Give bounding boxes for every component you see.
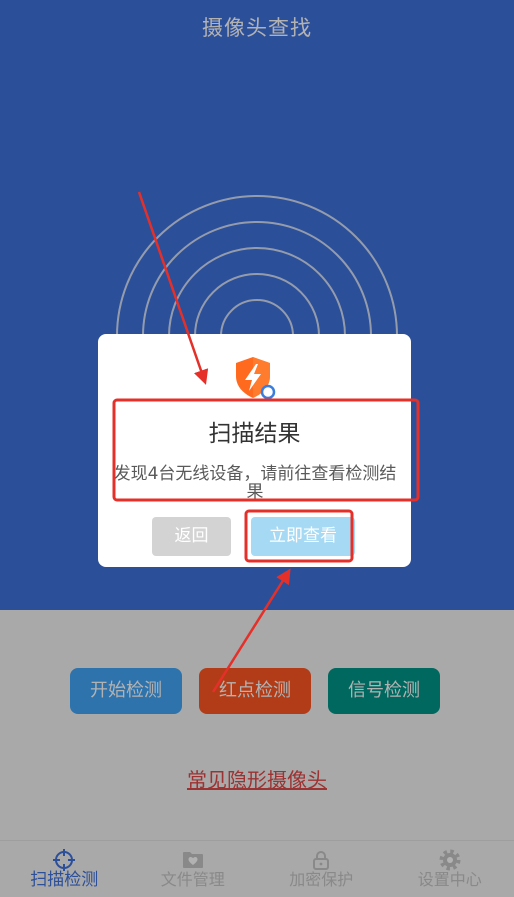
view-now-button[interactable]: 立即查看 (251, 517, 355, 556)
shield-lightning-icon (236, 357, 276, 400)
scan-result-dialog: 扫描结果 发现4台无线设备，请前往查看检测结果 返回 立即查看 (98, 334, 411, 567)
back-button[interactable]: 返回 (152, 517, 231, 556)
dialog-message: 发现4台无线设备，请前往查看检测结果 (113, 464, 397, 502)
dialog-title: 扫描结果 (208, 421, 301, 447)
